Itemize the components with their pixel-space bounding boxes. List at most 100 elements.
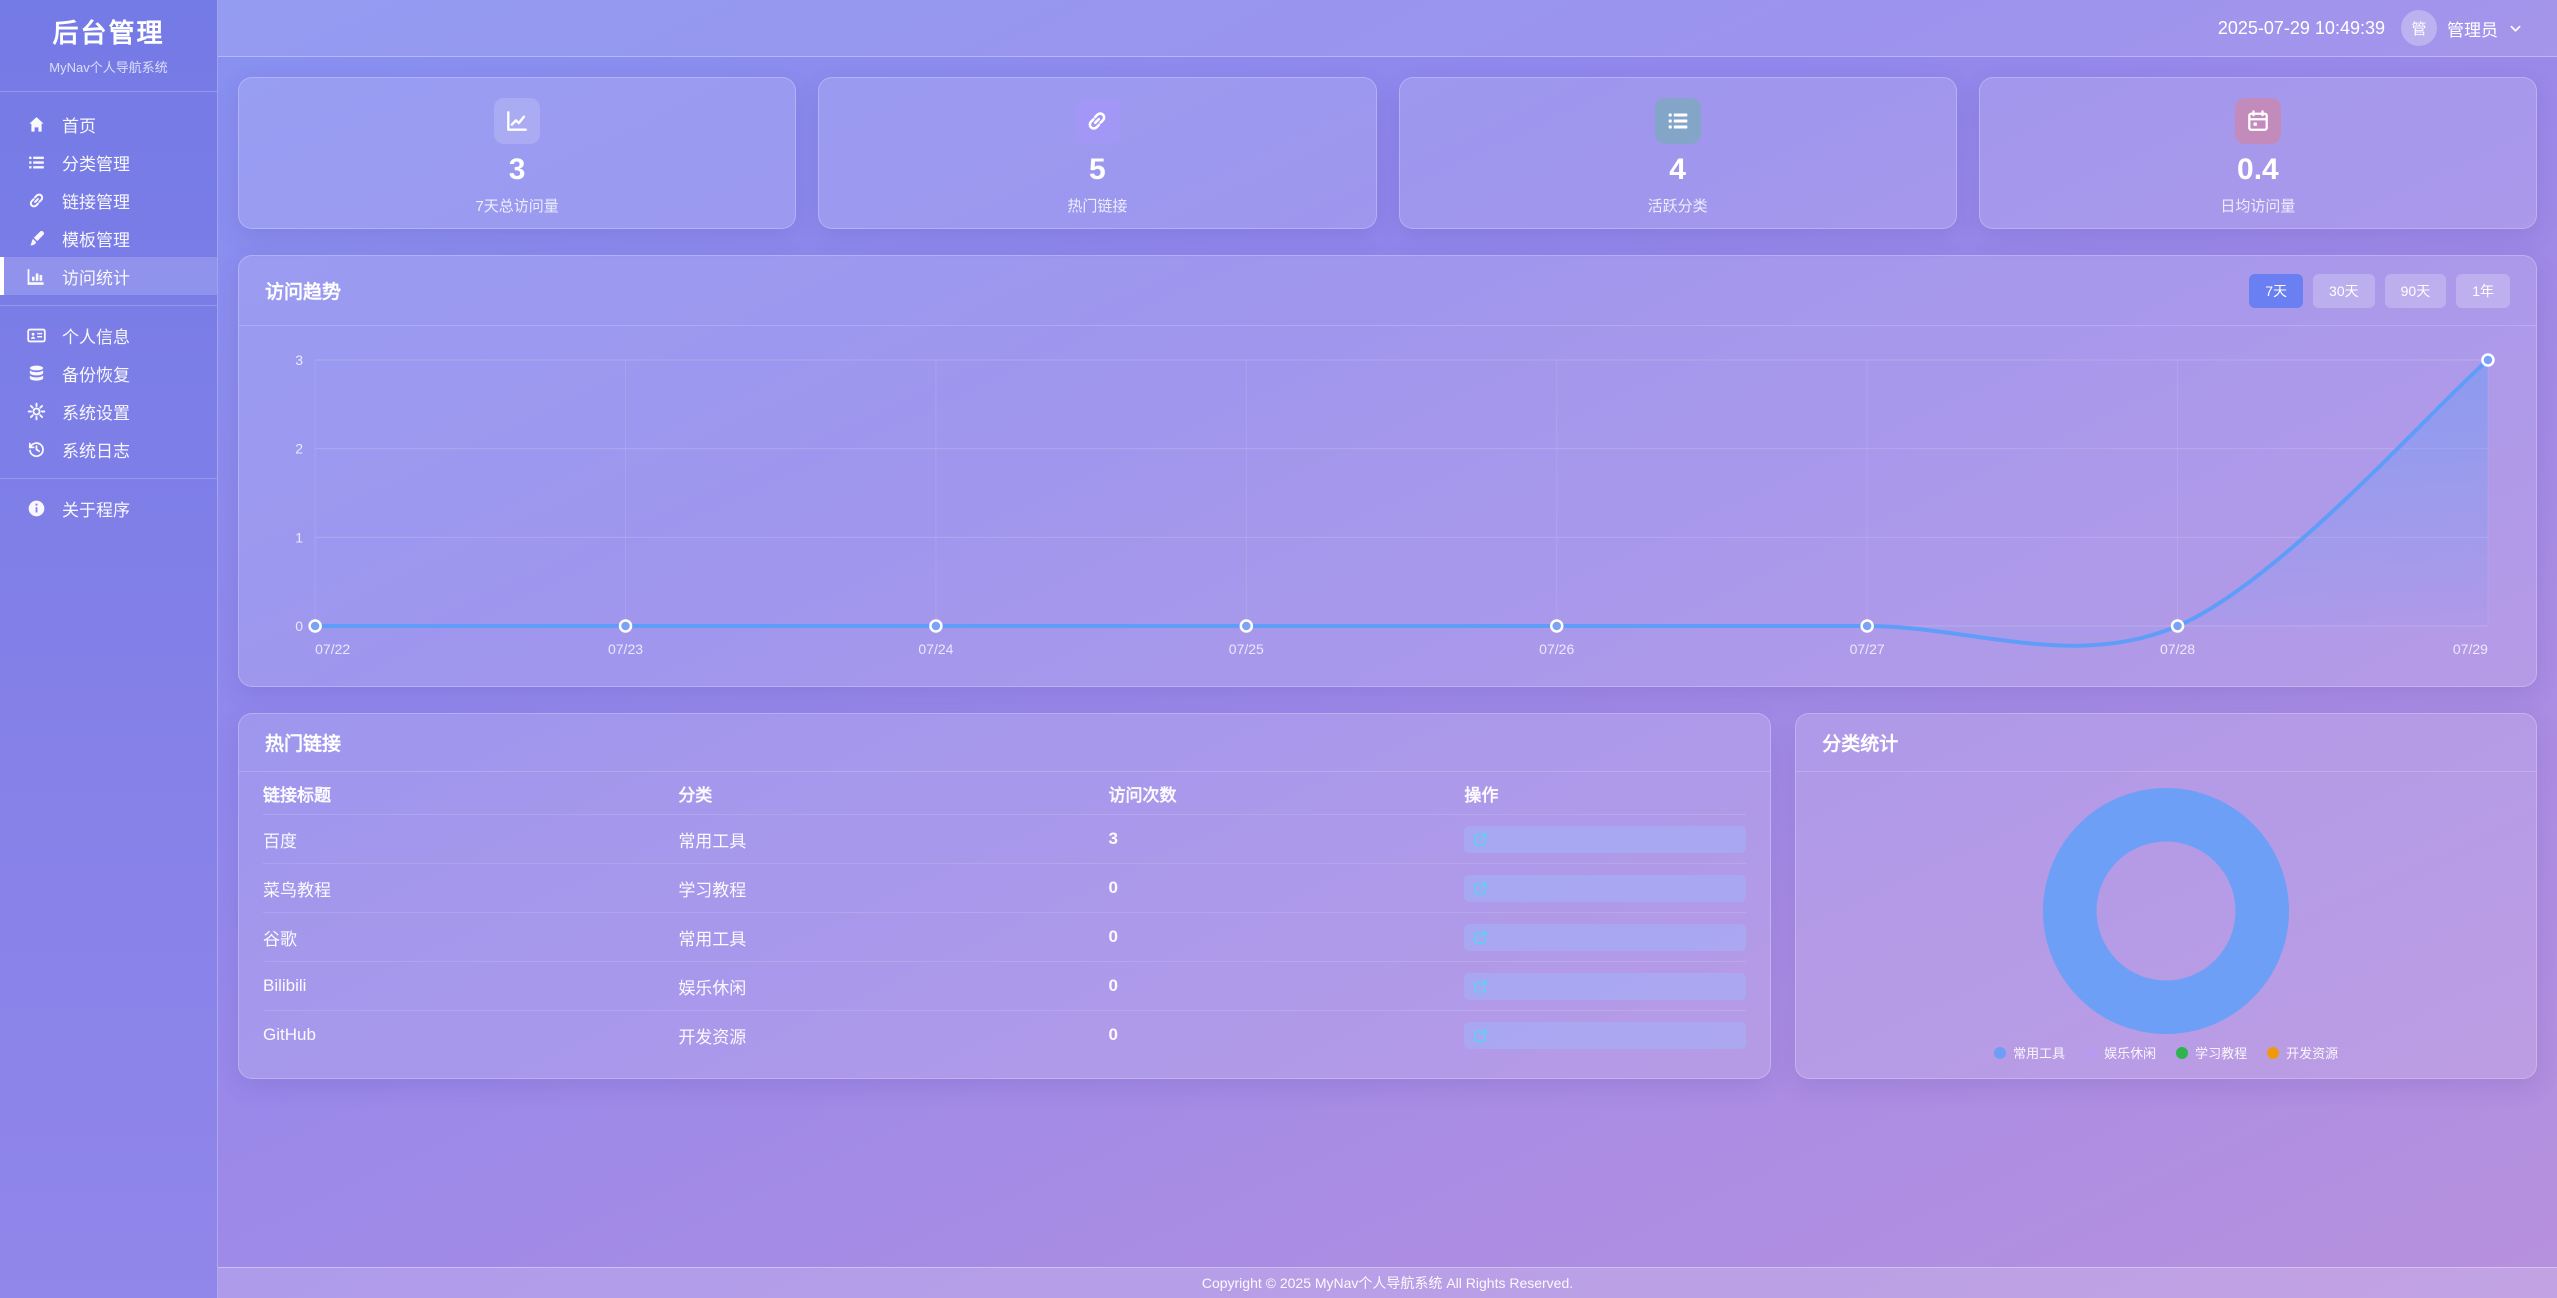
stat-value: 3 <box>239 153 795 187</box>
legend-item[interactable]: 学习教程 <box>2176 1043 2247 1062</box>
legend-label: 娱乐休闲 <box>2104 1043 2156 1062</box>
sidebar-item-about[interactable]: 关于程序 <box>0 489 217 527</box>
range-button-90d[interactable]: 90天 <box>2385 274 2447 308</box>
sidebar-divider <box>0 478 217 479</box>
link-title: 谷歌 <box>263 925 678 950</box>
svg-text:1: 1 <box>295 529 303 545</box>
app-subtitle: MyNav个人导航系统 <box>0 57 217 76</box>
svg-text:2: 2 <box>295 441 303 457</box>
stat-value: 4 <box>1400 153 1956 187</box>
admin-dashboard: 后台管理 MyNav个人导航系统 首页 分类管理 链接管理 <box>0 0 2557 1298</box>
link-title: GitHub <box>263 1025 678 1045</box>
column-header: 操作 <box>1464 781 1746 806</box>
column-header: 分类 <box>678 781 1108 806</box>
calendar-icon <box>2235 98 2281 144</box>
sidebar-item-label: 模板管理 <box>62 226 130 251</box>
sidebar-item-logs[interactable]: 系统日志 <box>0 430 217 468</box>
stats-row: 3 7天总访问量 5 热门链接 4 活跃分类 <box>238 77 2537 229</box>
link-actions <box>1464 973 1746 1000</box>
legend-item[interactable]: 娱乐休闲 <box>2085 1043 2156 1062</box>
stat-card: 3 7天总访问量 <box>238 77 796 229</box>
sidebar-item-label: 关于程序 <box>62 496 130 521</box>
sidebar-item-label: 备份恢复 <box>62 361 130 386</box>
link-visits: 0 <box>1108 878 1464 898</box>
sidebar-divider <box>0 305 217 306</box>
copyright: Copyright © 2025 MyNav个人导航系统 All Rights … <box>1202 1273 1573 1293</box>
sidebar-item-label: 链接管理 <box>62 188 130 213</box>
links-table: 链接标题 分类 访问次数 操作 <box>239 772 1770 1059</box>
open-link-button[interactable] <box>1464 973 1746 1000</box>
sidebar-item-home[interactable]: 首页 <box>0 105 217 143</box>
chart-line-icon <box>494 98 540 144</box>
range-button-7d[interactable]: 7天 <box>2249 274 2303 308</box>
sidebar-item-label: 个人信息 <box>62 323 130 348</box>
category-stats-title: 分类统计 <box>1822 729 1898 756</box>
external-link-icon <box>1473 832 1488 847</box>
main-area: 2025-07-29 10:49:39 管 管理员 3 7天总访问量 <box>218 0 2557 1298</box>
sidebar-item-label: 访问统计 <box>62 264 130 289</box>
stat-label: 日均访问量 <box>1980 195 2536 216</box>
open-link-button[interactable] <box>1464 875 1746 902</box>
link-visits: 0 <box>1108 1025 1464 1045</box>
open-link-button[interactable] <box>1464 826 1746 853</box>
stat-card: 4 活跃分类 <box>1399 77 1957 229</box>
svg-text:3: 3 <box>295 352 303 368</box>
external-link-icon <box>1473 979 1488 994</box>
legend-item[interactable]: 常用工具 <box>1994 1043 2065 1062</box>
link-category: 开发资源 <box>678 1023 1108 1048</box>
link-category: 常用工具 <box>678 827 1108 852</box>
open-link-button[interactable] <box>1464 924 1746 951</box>
legend-dot <box>1994 1047 2006 1059</box>
table-row: Bilibili 娱乐休闲 0 <box>263 961 1746 1010</box>
svg-text:07/27: 07/27 <box>1850 641 1885 657</box>
sidebar-item-label: 分类管理 <box>62 150 130 175</box>
app-title: 后台管理 <box>0 13 217 50</box>
table-row: 百度 常用工具 3 <box>263 814 1746 863</box>
topbar: 2025-07-29 10:49:39 管 管理员 <box>218 0 2557 57</box>
svg-text:07/25: 07/25 <box>1229 641 1264 657</box>
range-switcher: 7天 30天 90天 1年 <box>2249 274 2510 308</box>
user-menu[interactable]: 管 管理员 <box>2401 10 2523 46</box>
footer: Copyright © 2025 MyNav个人导航系统 All Rights … <box>218 1267 2557 1298</box>
open-link-button[interactable] <box>1464 1022 1746 1049</box>
range-button-1y[interactable]: 1年 <box>2456 274 2510 308</box>
sidebar-item-settings[interactable]: 系统设置 <box>0 392 217 430</box>
sidebar-item-label: 首页 <box>62 112 96 137</box>
sidebar-item-categories[interactable]: 分类管理 <box>0 143 217 181</box>
category-stats-card: 分类统计 常用工具 娱乐休闲 学习教程 开发资源 <box>1795 713 2537 1079</box>
chevron-down-icon <box>2508 21 2523 36</box>
range-button-30d[interactable]: 30天 <box>2313 274 2375 308</box>
legend-label: 学习教程 <box>2195 1043 2247 1062</box>
legend-dot <box>2176 1047 2188 1059</box>
popular-links-title: 热门链接 <box>265 729 341 756</box>
legend-dot <box>2267 1047 2279 1059</box>
svg-text:07/26: 07/26 <box>1539 641 1574 657</box>
avatar: 管 <box>2401 10 2437 46</box>
sidebar-item-label: 系统设置 <box>62 399 130 424</box>
svg-text:07/23: 07/23 <box>608 641 643 657</box>
category-donut-chart <box>2042 787 2290 1035</box>
sidebar-item-links[interactable]: 链接管理 <box>0 181 217 219</box>
stat-label: 活跃分类 <box>1400 195 1956 216</box>
link-category: 学习教程 <box>678 876 1108 901</box>
logo: 后台管理 MyNav个人导航系统 <box>0 0 217 76</box>
legend-item[interactable]: 开发资源 <box>2267 1043 2338 1062</box>
popular-links-card: 热门链接 链接标题 分类 访问次数 操作 <box>238 713 1771 1079</box>
sidebar-item-profile[interactable]: 个人信息 <box>0 316 217 354</box>
sidebar-item-backup[interactable]: 备份恢复 <box>0 354 217 392</box>
link-actions <box>1464 1022 1746 1049</box>
link-actions <box>1464 875 1746 902</box>
stat-label: 7天总访问量 <box>239 195 795 216</box>
sidebar-item-templates[interactable]: 模板管理 <box>0 219 217 257</box>
chart-legend: 常用工具 娱乐休闲 学习教程 开发资源 <box>1796 1043 2536 1078</box>
link-title: Bilibili <box>263 976 678 996</box>
sidebar-item-statistics[interactable]: 访问统计 <box>0 257 217 295</box>
link-title: 百度 <box>263 827 678 852</box>
donut-chart-area <box>1796 772 2536 1043</box>
stat-value: 5 <box>819 153 1375 187</box>
category-stats-header: 分类统计 <box>1796 714 2536 772</box>
link-category: 娱乐休闲 <box>678 974 1108 999</box>
sidebar-item-label: 系统日志 <box>62 437 130 462</box>
svg-text:07/24: 07/24 <box>918 641 953 657</box>
popular-links-header: 热门链接 <box>239 714 1770 772</box>
